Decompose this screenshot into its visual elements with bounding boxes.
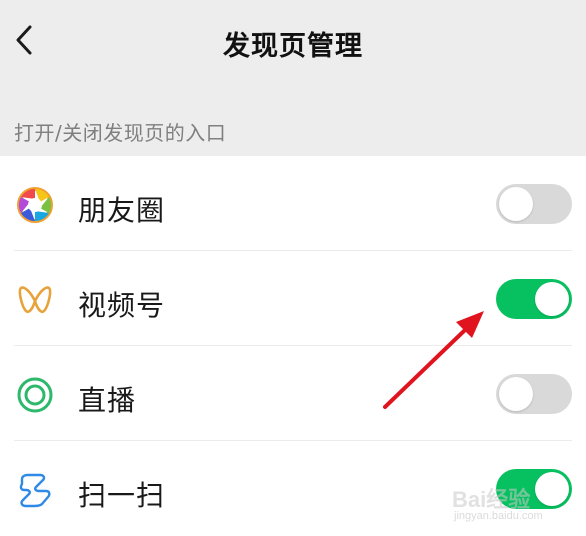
annotation-arrow <box>383 311 484 409</box>
baidu-watermark: Bai经验 jingyan.baidu.com <box>450 480 580 530</box>
watermark-url: jingyan.baidu.com <box>454 510 543 522</box>
